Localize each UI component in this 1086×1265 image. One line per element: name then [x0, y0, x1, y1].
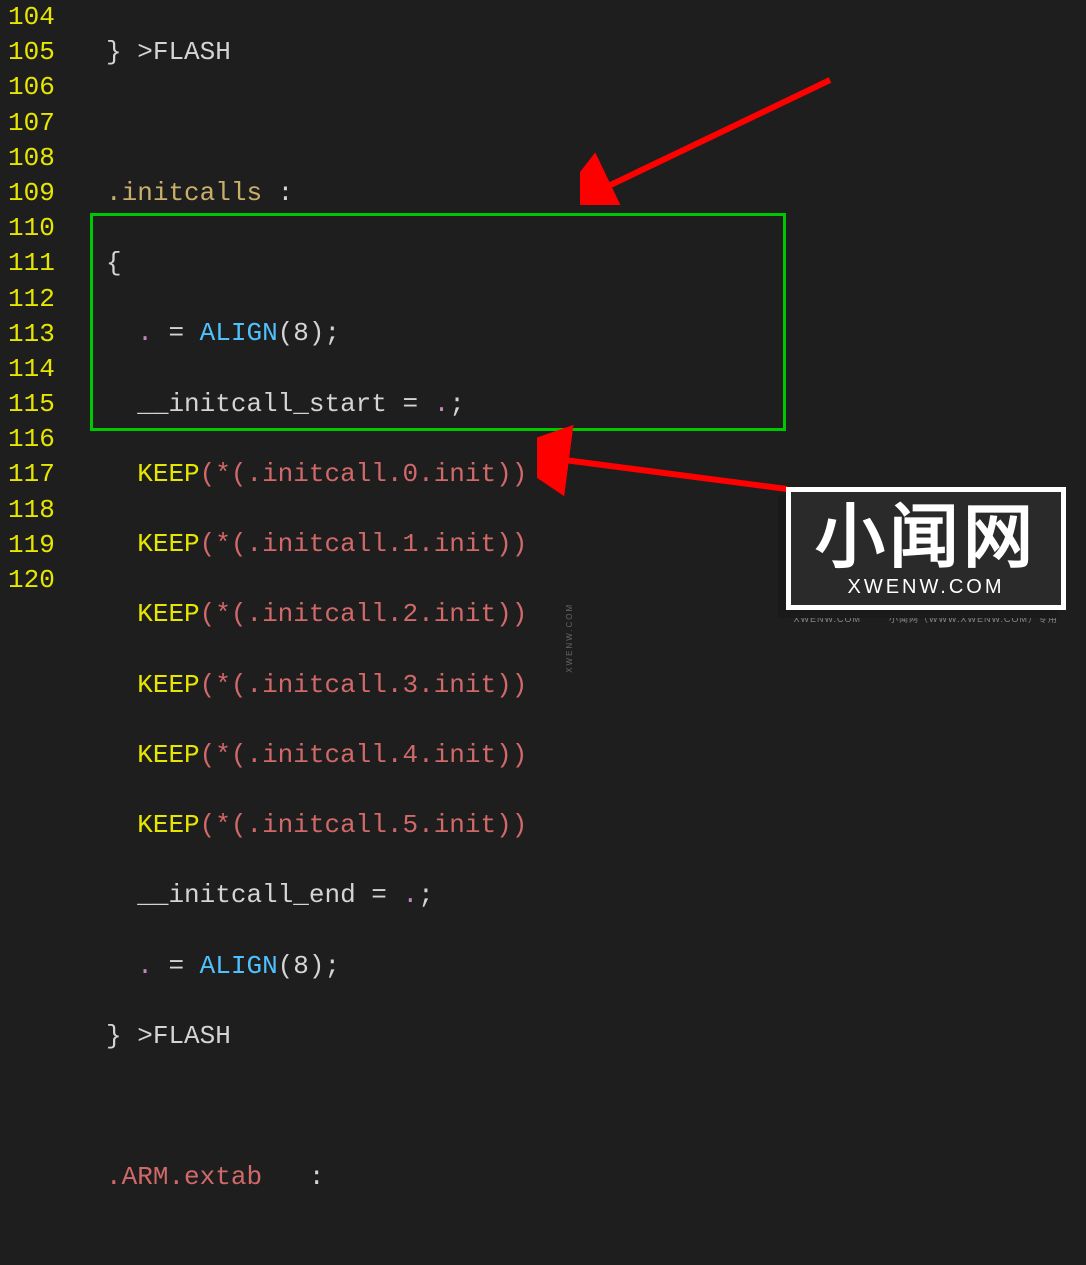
- code-line: __initcall_end = .;: [75, 878, 1086, 913]
- func-args: (8);: [278, 951, 340, 981]
- line-number: 106: [8, 70, 55, 105]
- line-number: 119: [8, 528, 55, 563]
- dot-op: .: [137, 318, 153, 348]
- memory-region: >FLASH: [137, 37, 231, 67]
- code-line: KEEP(*(.initcall.3.init)): [75, 668, 1086, 703]
- line-number: 112: [8, 282, 55, 317]
- brace: {: [106, 248, 122, 278]
- keep-keyword: KEEP: [137, 459, 199, 489]
- code-line: .initcalls :: [75, 176, 1086, 211]
- keep-keyword: KEEP: [137, 670, 199, 700]
- watermark-badge: 小闻网 XWENW.COM: [786, 487, 1066, 610]
- code-line: . = ALIGN(8);: [75, 949, 1086, 984]
- keep-args: (*(.initcall.0.init)): [200, 459, 528, 489]
- align-func: ALIGN: [200, 951, 278, 981]
- code-line: KEEP(*(.initcall.4.init)): [75, 738, 1086, 773]
- keep-keyword: KEEP: [137, 529, 199, 559]
- brace: }: [106, 1021, 122, 1051]
- line-number: 110: [8, 211, 55, 246]
- keep-keyword: KEEP: [137, 740, 199, 770]
- code-line: .ARM.extab :: [75, 1160, 1086, 1195]
- watermark-subtitle: XWENW.COM: [815, 574, 1037, 601]
- line-number-gutter: 104 105 106 107 108 109 110 111 112 113 …: [0, 0, 75, 633]
- eq-op: =: [153, 951, 200, 981]
- code-line: {: [75, 246, 1086, 281]
- line-number: 111: [8, 246, 55, 281]
- keep-keyword: KEEP: [137, 599, 199, 629]
- brace: }: [106, 37, 122, 67]
- line-number: 113: [8, 317, 55, 352]
- keep-args: (*(.initcall.2.init)): [200, 599, 528, 629]
- line-number: 104: [8, 0, 55, 35]
- line-number: 120: [8, 563, 55, 598]
- keep-args: (*(.initcall.4.init)): [200, 740, 528, 770]
- func-args: (8);: [278, 318, 340, 348]
- keep-args: (*(.initcall.1.init)): [200, 529, 528, 559]
- eq-op: =: [387, 389, 434, 419]
- code-line: KEEP(*(.initcall.5.init)): [75, 808, 1086, 843]
- line-number: 118: [8, 493, 55, 528]
- code-line: . = ALIGN(8);: [75, 316, 1086, 351]
- code-line: } >FLASH: [75, 1019, 1086, 1054]
- semicolon: ;: [418, 880, 434, 910]
- code-line: [75, 1089, 1086, 1124]
- line-number: 107: [8, 106, 55, 141]
- section-name: .ARM.extab: [106, 1162, 262, 1192]
- code-line: } >FLASH: [75, 35, 1086, 70]
- semicolon: ;: [449, 389, 465, 419]
- keep-args: (*(.initcall.5.init)): [200, 810, 528, 840]
- watermark-title: 小闻网: [815, 502, 1037, 572]
- code-line: [75, 105, 1086, 140]
- colon: :: [278, 178, 294, 208]
- symbol: __initcall_start: [137, 389, 387, 419]
- line-number: 108: [8, 141, 55, 176]
- dot-op: .: [402, 880, 418, 910]
- dot-op: .: [137, 951, 153, 981]
- keep-args: (*(.initcall.3.init)): [200, 670, 528, 700]
- line-number: 114: [8, 352, 55, 387]
- watermark-side: XWENW.COM: [565, 603, 576, 673]
- line-number: 115: [8, 387, 55, 422]
- line-number: 117: [8, 457, 55, 492]
- section-name: .initcalls: [106, 178, 262, 208]
- eq-op: =: [153, 318, 200, 348]
- code-line: __initcall_start = .;: [75, 387, 1086, 422]
- symbol: __initcall_end: [137, 880, 355, 910]
- colon: :: [309, 1162, 325, 1192]
- line-number: 105: [8, 35, 55, 70]
- dot-op: .: [434, 389, 450, 419]
- watermark-footer: XWENW.COM 小闻网（WWW.XWENW.COM）专用: [794, 613, 1059, 625]
- memory-region: >FLASH: [137, 1021, 231, 1051]
- line-number: 116: [8, 422, 55, 457]
- line-number: 109: [8, 176, 55, 211]
- keep-keyword: KEEP: [137, 810, 199, 840]
- eq-op: =: [356, 880, 403, 910]
- align-func: ALIGN: [200, 318, 278, 348]
